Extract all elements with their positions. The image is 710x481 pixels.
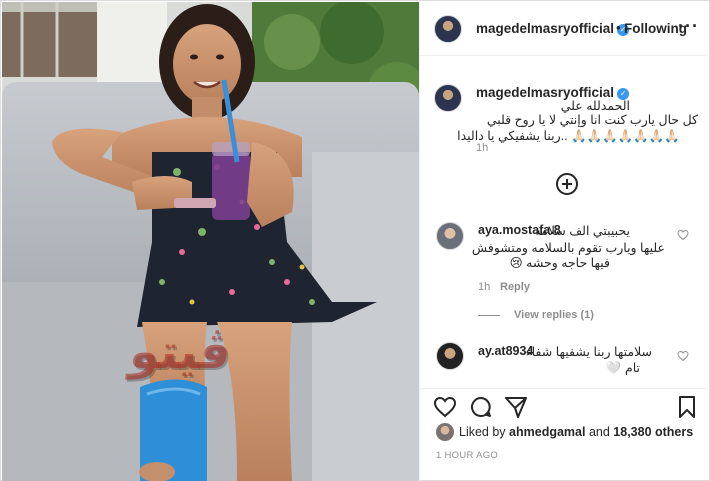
author-avatar[interactable] bbox=[434, 15, 462, 43]
caption-line-1: الحمدلله علي bbox=[560, 99, 630, 113]
photo-illustration bbox=[2, 2, 419, 481]
post-image[interactable]: ڤيتو bbox=[2, 2, 419, 481]
caption-time[interactable]: 1h bbox=[476, 142, 488, 154]
like-heart-icon[interactable] bbox=[433, 395, 457, 419]
liker-avatar[interactable] bbox=[436, 423, 454, 441]
post-action-bar bbox=[420, 388, 710, 422]
likes-prefix: Liked by bbox=[459, 425, 506, 439]
view-replies-button[interactable]: View replies (1) bbox=[478, 309, 594, 321]
more-options-icon[interactable]: ··· bbox=[678, 16, 699, 37]
reply-button[interactable]: Reply bbox=[500, 281, 530, 293]
header-separator: • bbox=[616, 20, 621, 35]
post-window: ڤيتو magedelmasryofficial ✓ • Following ·… bbox=[0, 0, 710, 481]
likes-others-count[interactable]: 18,380 others bbox=[613, 425, 693, 439]
likes-summary: Liked by ahmedgamal and 18,380 others bbox=[420, 422, 710, 444]
post-header: magedelmasryofficial ✓ • Following ··· bbox=[420, 2, 710, 56]
view-replies-label[interactable]: View replies (1) bbox=[514, 309, 594, 321]
watermark-logo: ڤيتو bbox=[127, 324, 234, 380]
comment-text-line-2: عليها ويارب تقوم بالسلامه ومتشوفش bbox=[471, 241, 665, 255]
comment-like-heart-icon[interactable] bbox=[677, 350, 689, 362]
share-paper-plane-icon[interactable] bbox=[504, 395, 528, 419]
comment-text-line-1: سلامتها ربنا يشفيها شفاء bbox=[525, 345, 652, 359]
caption-line-2: كل حال يارب كنت انا وإنتي لا يا روح قلبي bbox=[486, 113, 698, 127]
view-replies-line bbox=[478, 314, 500, 316]
load-more-comments-icon[interactable] bbox=[556, 173, 578, 195]
post-timestamp[interactable]: 1 HOUR AGO bbox=[436, 450, 498, 461]
author-username[interactable]: magedelmasryofficial ✓ bbox=[476, 21, 630, 36]
commenter-avatar[interactable] bbox=[436, 222, 464, 250]
comment-like-heart-icon[interactable] bbox=[677, 229, 689, 241]
comment-time[interactable]: 1h bbox=[478, 281, 490, 293]
author-username-text[interactable]: magedelmasryofficial bbox=[476, 21, 614, 36]
likes-text: Liked by ahmedgamal and 18,380 others bbox=[459, 425, 693, 439]
comment-text-line-2: تام 🤍 bbox=[605, 361, 640, 375]
post-side-panel: magedelmasryofficial ✓ • Following ··· ma… bbox=[419, 2, 710, 481]
caption-line-3: 🙏🏻🙏🏻🙏🏻🙏🏻🙏🏻🙏🏻🙏🏻 ..ربنا يشفيكي يا داليدا bbox=[457, 129, 680, 143]
comment-text-line-3: فيها حاجه وحشه 😢 bbox=[509, 256, 610, 270]
commenter-avatar[interactable] bbox=[436, 342, 464, 370]
comment-text-line-1: يحبيبتي الف سلامه bbox=[534, 224, 630, 238]
save-bookmark-icon[interactable] bbox=[675, 395, 699, 419]
comment-bubble-icon[interactable] bbox=[469, 395, 493, 419]
liker-username[interactable]: ahmedgamal bbox=[509, 425, 585, 439]
caption-author-avatar[interactable] bbox=[434, 84, 462, 112]
likes-and: and bbox=[588, 425, 610, 439]
